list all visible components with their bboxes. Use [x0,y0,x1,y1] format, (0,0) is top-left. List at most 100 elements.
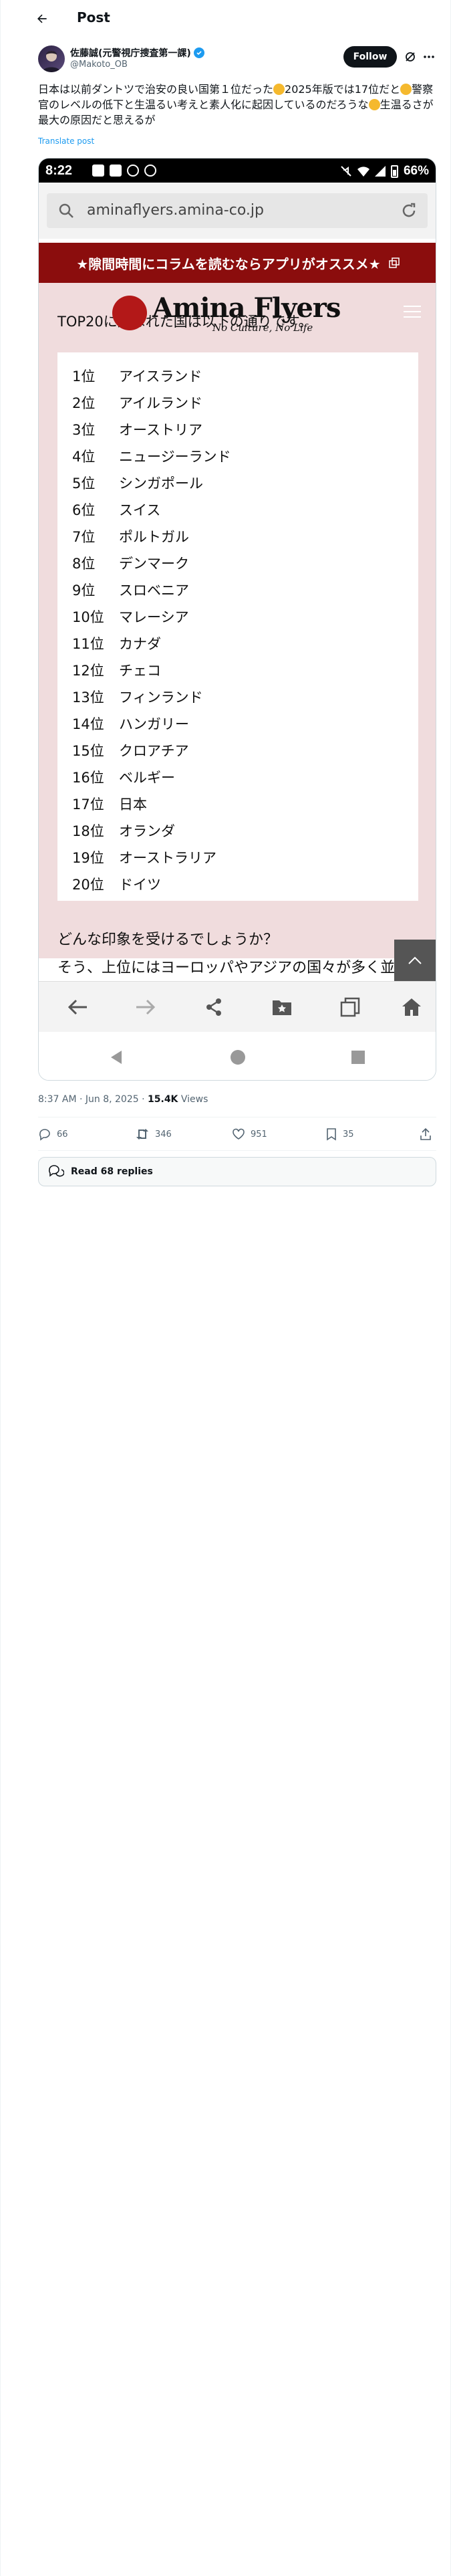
signal-icon [374,166,386,177]
repost-button[interactable]: 346 [135,1128,172,1141]
avatar[interactable] [38,45,65,72]
country-name: アイスランド [119,368,202,385]
share-button[interactable] [419,1128,432,1141]
translate-post-link[interactable]: Translate post [38,136,94,146]
author-handle[interactable]: @Makoto_OB [70,60,128,70]
browser-back-icon[interactable] [65,995,90,1019]
battery-level: 66% [403,164,429,178]
author-name-text[interactable]: 佐藤誠(元警視庁捜査第一課) [70,46,191,60]
post-time[interactable]: 8:37 AM · Jun 8, 2025 · [38,1094,148,1105]
post-media-image[interactable]: 8:22 66% aminaflyers.amina-co.jp ★隙間時間にコ… [38,158,436,1081]
rank-number: 5位 [72,475,96,492]
rank-number: 9位 [72,582,96,599]
bookmark-button[interactable]: 35 [325,1128,354,1141]
list-item: 10位 マレーシア [72,607,189,627]
article-question: どんな印象を受けるでしょうか？ [57,932,279,948]
list-item: 7位 ポルトガル [72,526,189,546]
tweet-text-part: 日本は以前ダントツで治安の良い国第１位だった [38,83,274,96]
reply-icon [39,1129,50,1141]
app-notification-icon [110,165,122,177]
rank-number: 17位 [72,796,104,813]
browser-forward-icon[interactable] [134,995,158,1019]
rank-number: 12位 [72,663,104,679]
url-text[interactable]: aminaflyers.amina-co.jp [87,202,264,219]
repost-icon [136,1129,148,1140]
grok-icon[interactable] [404,50,417,64]
action-bar: 66 346 951 35 [38,1128,436,1144]
mute-icon [341,166,351,177]
more-options-icon[interactable] [422,50,436,64]
status-notification-icons [92,165,156,177]
rank-number: 15位 [72,743,104,759]
country-name: ニュージーランド [119,449,231,465]
rank-number: 16位 [72,770,104,786]
replies-bubble-icon [49,1165,64,1177]
list-item: 4位 ニュージーランド [72,446,231,466]
bookmark-star-icon[interactable] [270,995,294,1019]
list-item: 8位 デンマーク [72,553,189,573]
android-nav-bar [39,1032,436,1080]
like-button[interactable]: 951 [232,1128,267,1141]
rank-number: 1位 [72,368,96,385]
list-item: 15位 クロアチア [72,740,189,760]
rank-number: 20位 [72,877,104,893]
battery-icon [390,165,398,178]
list-item: 13位 フィンランド [72,687,203,707]
list-item: 5位 シンガポール [72,473,203,493]
list-item: 11位 カナダ [72,633,161,653]
chrome-icon [144,165,156,177]
bookmark-count: 35 [343,1129,354,1140]
tweet-text: 日本は以前ダントツで治安の良い国第１位だった 2025年版では17位だと 警察官のレ… [38,82,436,128]
rank-number: 18位 [72,823,104,839]
home-icon[interactable] [400,995,424,1019]
follow-button[interactable]: Follow [343,46,397,68]
back-arrow-icon[interactable] [33,10,51,27]
country-name: オーストラリア [119,850,216,866]
divider [38,1150,436,1151]
country-name: カナダ [119,636,161,652]
banner-text[interactable]: ★隙間時間にコラムを読むならアプリがオススメ★ [76,253,380,273]
country-name: オーストリア [119,422,202,438]
nav-recents-icon[interactable] [350,1049,366,1065]
rank-number: 7位 [72,529,96,545]
share-icon[interactable] [202,995,226,1019]
youtube-icon [92,165,104,177]
heart-icon [233,1128,245,1140]
hamburger-menu-icon[interactable] [404,306,421,319]
ranking-list: 1位 アイスランド 2位 アイルランド 3位 オーストリア 4位 ニュージーランド 5位… [57,352,418,901]
country-name: ドイツ [119,877,161,893]
country-name: オランダ [119,823,175,839]
author-name[interactable]: 佐藤誠(元警視庁捜査第一課) [70,46,204,60]
url-bar[interactable]: aminaflyers.amina-co.jp [47,193,428,228]
site-logo-title: Amina Flyers [152,292,341,324]
tabs-icon[interactable] [338,995,362,1019]
chrome-icon [127,165,139,177]
pouting-face-emoji-icon [368,99,380,110]
rank-number: 19位 [72,850,104,866]
views-label: Views [178,1094,208,1105]
browser-toolbar [39,981,436,1032]
country-name: チェコ [119,663,161,679]
country-name: クロアチア [119,743,189,759]
reply-button[interactable]: 66 [38,1128,68,1141]
rank-number: 2位 [72,395,96,411]
app-promo-banner[interactable]: ★隙間時間にコラムを読むならアプリがオススメ★ [39,243,436,283]
list-item: 14位 ハンガリー [72,714,189,734]
list-item: 20位 ドイツ [72,874,161,894]
rank-number: 11位 [72,636,104,652]
wifi-icon [357,167,369,177]
read-replies-button[interactable]: Read 68 replies [38,1157,436,1186]
list-item: 16位 ベルギー [72,767,175,787]
list-item: 19位 オーストラリア [72,847,216,867]
nav-home-icon[interactable] [230,1049,246,1065]
external-link-icon [388,257,400,268]
share-icon [420,1128,431,1140]
nav-back-icon[interactable] [108,1049,124,1065]
reload-icon[interactable] [400,201,418,220]
read-replies-label[interactable]: Read 68 replies [71,1166,153,1177]
site-logo-icon [112,296,147,330]
status-system-icons: 66% [340,164,429,179]
search-icon [57,202,75,219]
list-item: 12位 チェコ [72,660,161,680]
scroll-to-top-button[interactable] [394,940,436,981]
